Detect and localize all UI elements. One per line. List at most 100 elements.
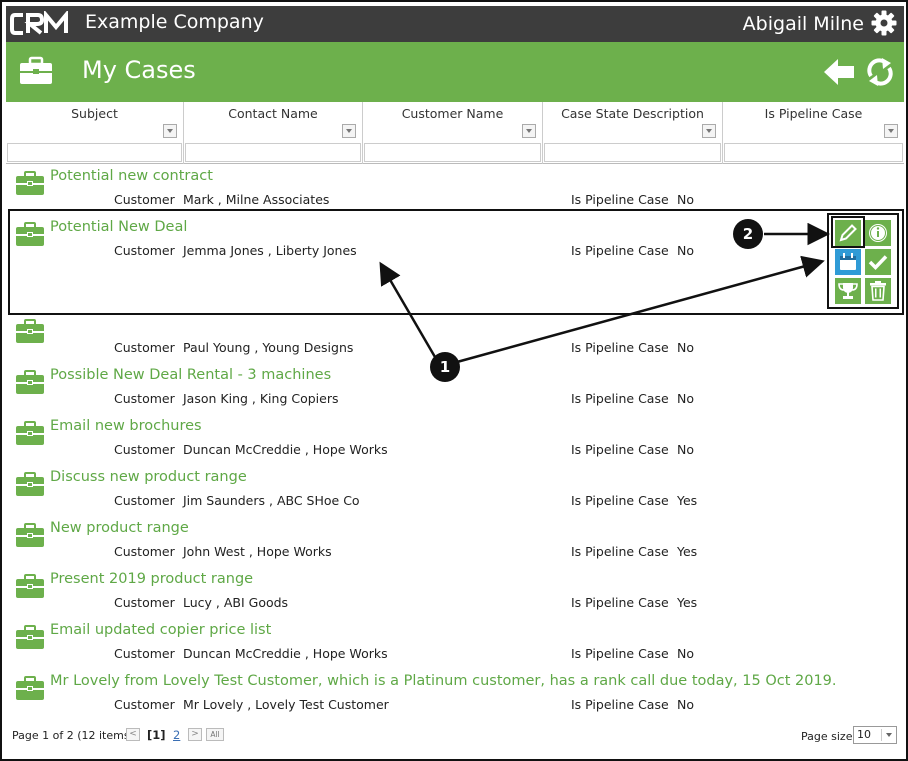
case-subject-link[interactable]: Mr Lovely from Lovely Test Customer, whi… (50, 673, 837, 689)
pipeline-value: Yes (677, 493, 698, 508)
customer-label: Customer (114, 646, 175, 661)
grid-header: Subject Contact Name Customer Name Case … (6, 102, 904, 164)
case-subject-link[interactable]: Possible New Deal Rental - 3 machines (50, 367, 331, 383)
filter-input[interactable] (185, 143, 361, 162)
case-row[interactable]: Discuss new product range Customer Jim S… (6, 466, 904, 517)
pipeline-label: Is Pipeline Case (571, 192, 669, 207)
customer-value: Paul Young , Young Designs (183, 340, 354, 355)
column-contact-name[interactable]: Contact Name (184, 102, 363, 164)
briefcase-icon (16, 222, 44, 246)
customer-label: Customer (114, 442, 175, 457)
pipeline-label: Is Pipeline Case (571, 697, 669, 712)
case-subject-link[interactable]: Potential new contract (50, 168, 213, 184)
pipeline-value: No (677, 391, 694, 406)
company-name: Example Company (85, 11, 264, 33)
back-arrow-icon[interactable] (822, 56, 856, 88)
case-subject-link[interactable]: Email new brochures (50, 418, 202, 434)
page-info: Page 1 of 2 (12 items) (12, 729, 134, 742)
filter-input[interactable] (7, 143, 182, 162)
case-row[interactable]: Mr Lovely from Lovely Test Customer, whi… (6, 670, 904, 721)
column-label: Subject (71, 106, 118, 121)
column-label: Customer Name (401, 106, 504, 121)
trophy-icon[interactable] (835, 278, 861, 304)
customer-label: Customer (114, 697, 175, 712)
case-subject-link[interactable]: Discuss new product range (50, 469, 247, 485)
case-row[interactable]: Potential New Deal Customer Jemma Jones … (6, 216, 904, 267)
all-pages-button[interactable]: All (206, 728, 224, 741)
row-action-panel (827, 213, 899, 309)
pipeline-value: No (677, 243, 694, 258)
check-icon[interactable] (865, 249, 891, 275)
customer-label: Customer (114, 544, 175, 559)
next-page-button[interactable]: > (188, 728, 202, 741)
edit-icon[interactable] (835, 220, 861, 246)
column-is-pipeline[interactable]: Is Pipeline Case (723, 102, 904, 164)
pipeline-value: No (677, 646, 694, 661)
pipeline-label: Is Pipeline Case (571, 493, 669, 508)
filter-input[interactable] (544, 143, 721, 162)
column-customer-name[interactable]: Customer Name (363, 102, 543, 164)
case-subject-link[interactable]: Potential New Deal (50, 219, 187, 235)
info-icon[interactable] (865, 220, 891, 246)
column-case-state[interactable]: Case State Description (543, 102, 723, 164)
pipeline-value: No (677, 697, 694, 712)
customer-value: Duncan McCreddie , Hope Works (183, 442, 388, 457)
customer-value: Mark , Milne Associates (183, 192, 330, 207)
page-size-label: Page size: (801, 730, 857, 743)
customer-value: Lucy , ABI Goods (183, 595, 289, 610)
chevron-down-icon (886, 733, 892, 737)
column-label: Contact Name (228, 106, 318, 121)
filter-input[interactable] (364, 143, 541, 162)
pipeline-label: Is Pipeline Case (571, 646, 669, 661)
filter-dropdown-button[interactable] (702, 124, 716, 138)
gear-icon[interactable] (870, 9, 898, 37)
case-row[interactable]: Potential new contract Customer Mark , M… (6, 165, 904, 216)
customer-value: Duncan McCreddie , Hope Works (183, 646, 388, 661)
briefcase-icon (20, 56, 52, 84)
refresh-icon[interactable] (864, 56, 896, 88)
column-subject[interactable]: Subject (6, 102, 184, 164)
customer-value: Jemma Jones , Liberty Jones (183, 243, 357, 258)
page-size-value: 10 (857, 728, 871, 741)
customer-value: Jim Saunders , ABC SHoe Co (183, 493, 360, 508)
customer-label: Customer (114, 192, 175, 207)
filter-dropdown-button[interactable] (884, 124, 898, 138)
calendar-icon[interactable] (835, 249, 861, 275)
page-size-select[interactable]: 10 (853, 726, 897, 744)
briefcase-icon (16, 523, 44, 547)
briefcase-icon (16, 574, 44, 598)
case-subject-link[interactable]: Email updated copier price list (50, 622, 271, 638)
pipeline-label: Is Pipeline Case (571, 442, 669, 457)
trash-icon[interactable] (865, 278, 891, 304)
briefcase-icon (16, 370, 44, 394)
pipeline-label: Is Pipeline Case (571, 391, 669, 406)
filter-input[interactable] (724, 143, 903, 162)
annotation-badge-2: 2 (733, 219, 763, 249)
case-row[interactable]: Present 2019 product range Customer Lucy… (6, 568, 904, 619)
customer-value: John West , Hope Works (183, 544, 332, 559)
customer-label: Customer (114, 493, 175, 508)
filter-dropdown-button[interactable] (163, 124, 177, 138)
page-2-link[interactable]: 2 (173, 728, 180, 742)
case-row[interactable]: Email updated copier price list Customer… (6, 619, 904, 670)
pipeline-label: Is Pipeline Case (571, 544, 669, 559)
case-subject-link[interactable]: New product range (50, 520, 189, 536)
customer-label: Customer (114, 340, 175, 355)
case-row[interactable]: New product range Customer John West , H… (6, 517, 904, 568)
app-window: Example Company Abigail Milne My Cases S… (0, 0, 908, 761)
briefcase-icon (16, 319, 44, 343)
pipeline-label: Is Pipeline Case (571, 243, 669, 258)
briefcase-icon (16, 472, 44, 496)
briefcase-icon (16, 171, 44, 195)
filter-dropdown-button[interactable] (342, 124, 356, 138)
current-page: [1] (147, 728, 166, 742)
case-subject-link[interactable]: Present 2019 product range (50, 571, 253, 587)
filter-dropdown-button[interactable] (522, 124, 536, 138)
prev-page-button[interactable]: < (126, 728, 140, 741)
user-name[interactable]: Abigail Milne (743, 13, 864, 35)
case-row[interactable]: Email new brochures Customer Duncan McCr… (6, 415, 904, 466)
crm-logo[interactable] (10, 11, 76, 37)
annotation-badge-1: 1 (430, 352, 460, 382)
customer-value: Jason King , King Copiers (183, 391, 339, 406)
briefcase-icon (16, 625, 44, 649)
